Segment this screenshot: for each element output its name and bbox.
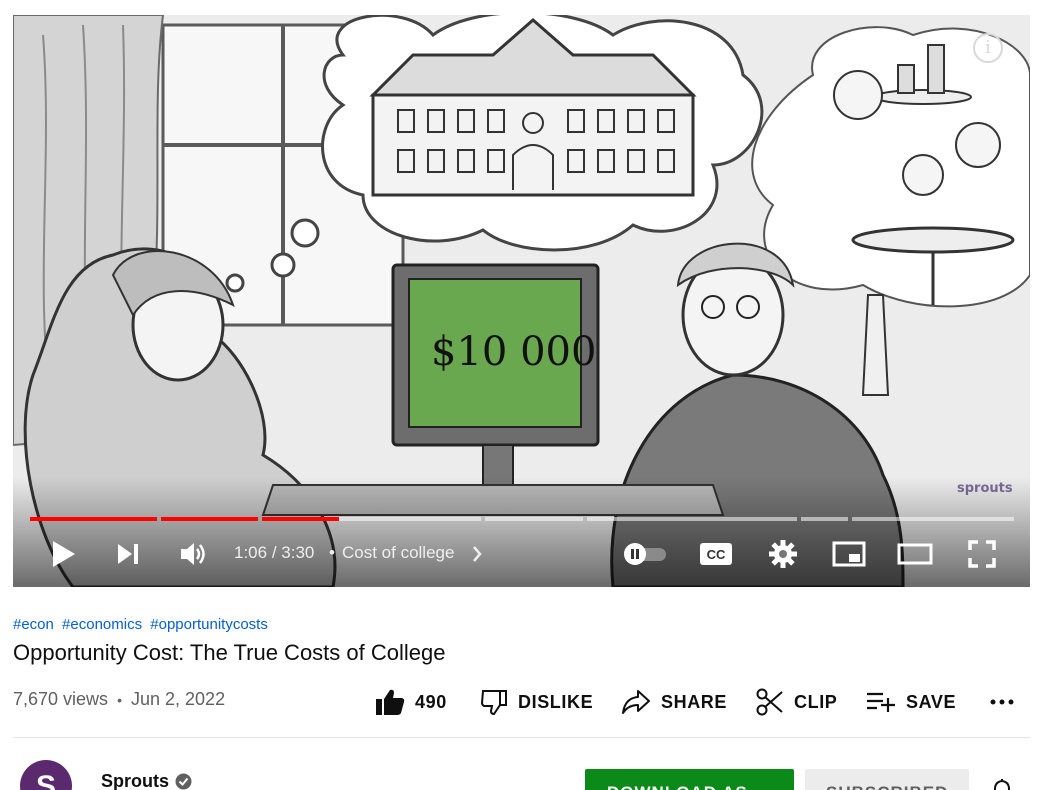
chapter-segment[interactable] [30,517,157,521]
chapter-segment[interactable] [852,517,1014,521]
verified-badge-icon [175,773,192,790]
channel-name-link[interactable]: Sprouts [101,771,192,790]
scissors-icon [756,688,783,716]
share-label: SHARE [661,691,728,712]
channel-name: Sprouts [101,771,170,790]
share-button[interactable]: SHARE [621,684,727,720]
save-label: SAVE [906,691,957,712]
chapter-separator: • [329,543,335,562]
played-segment-fill [30,517,157,521]
duration: 3:30 [281,543,315,562]
subscribed-button[interactable]: SUBSCRIBED [805,769,969,790]
fullscreen-icon [968,540,996,568]
next-icon [118,544,138,564]
channel-avatar[interactable]: S [20,760,72,790]
next-button[interactable] [110,530,146,578]
chapter-segment[interactable] [262,517,481,521]
autoplay-toggle-icon [624,543,666,565]
avatar-letter: S [35,770,56,790]
clip-button[interactable]: CLIP [756,684,837,720]
download-button[interactable]: DOWNLOAD AS [585,769,794,790]
play-icon [53,541,75,567]
settings-icon [769,540,797,568]
hashtags: #econ #economics #opportunitycosts [13,616,272,633]
captions-label: CC [707,547,726,562]
captions-icon: CC [700,543,732,565]
chapter-segment[interactable] [801,517,848,521]
theater-mode-icon [897,543,933,565]
like-button[interactable]: 490 [375,684,447,720]
save-button[interactable]: SAVE [866,684,956,720]
theater-mode-button[interactable] [895,530,935,578]
played-segment-fill [161,517,258,521]
info-icon[interactable]: i [973,33,1003,63]
action-bar: 490 DISLIKE SHARE CLIP SAVE [0,684,1037,720]
progress-bar[interactable] [30,517,1014,521]
captions-button[interactable]: CC [698,530,734,578]
clip-label: CLIP [794,691,838,712]
chapter-segment[interactable] [485,517,583,521]
share-icon [622,690,650,714]
video-player[interactable]: $10 000 i sprouts [13,15,1030,587]
bell-icon[interactable] [990,778,1014,790]
thumbs-up-icon [376,689,405,715]
hashtag-link[interactable]: #econ [13,616,54,633]
chapter-segment[interactable] [161,517,258,521]
autoplay-toggle[interactable] [621,530,669,578]
dislike-label: DISLIKE [518,691,594,712]
watch-page: $10 000 i sprouts [0,0,1037,790]
volume-icon [181,543,205,565]
chevron-right-icon[interactable] [471,545,483,563]
time-display: 1:06 / 3:30 [234,543,314,563]
monitor-price-text: $10 000 [431,329,596,375]
current-time: 1:06 [234,543,268,562]
volume-button[interactable] [175,530,211,578]
settings-button[interactable] [765,530,801,578]
more-horizontal-icon [990,699,1014,705]
more-actions-button[interactable] [990,684,1014,720]
play-button[interactable] [43,530,83,578]
divider [13,737,1030,738]
video-title: Opportunity Cost: The True Costs of Coll… [13,640,446,665]
player-controls: 1:06 / 3:30 • Cost of college CC [13,530,1030,580]
hashtag-link[interactable]: #economics [62,616,142,633]
dislike-button[interactable]: DISLIKE [480,684,593,720]
thumbs-down-icon [480,690,507,716]
played-segment-fill [262,517,339,521]
miniplayer-icon [832,541,866,567]
miniplayer-button[interactable] [830,530,868,578]
chapter-segment[interactable] [587,517,797,521]
fullscreen-button[interactable] [964,530,1000,578]
time-separator: / [271,543,277,562]
hashtag-link[interactable]: #opportunitycosts [150,616,268,633]
like-count: 490 [415,691,447,712]
chapter-title-button[interactable]: Cost of college [342,543,454,563]
playlist-add-icon [867,692,895,712]
